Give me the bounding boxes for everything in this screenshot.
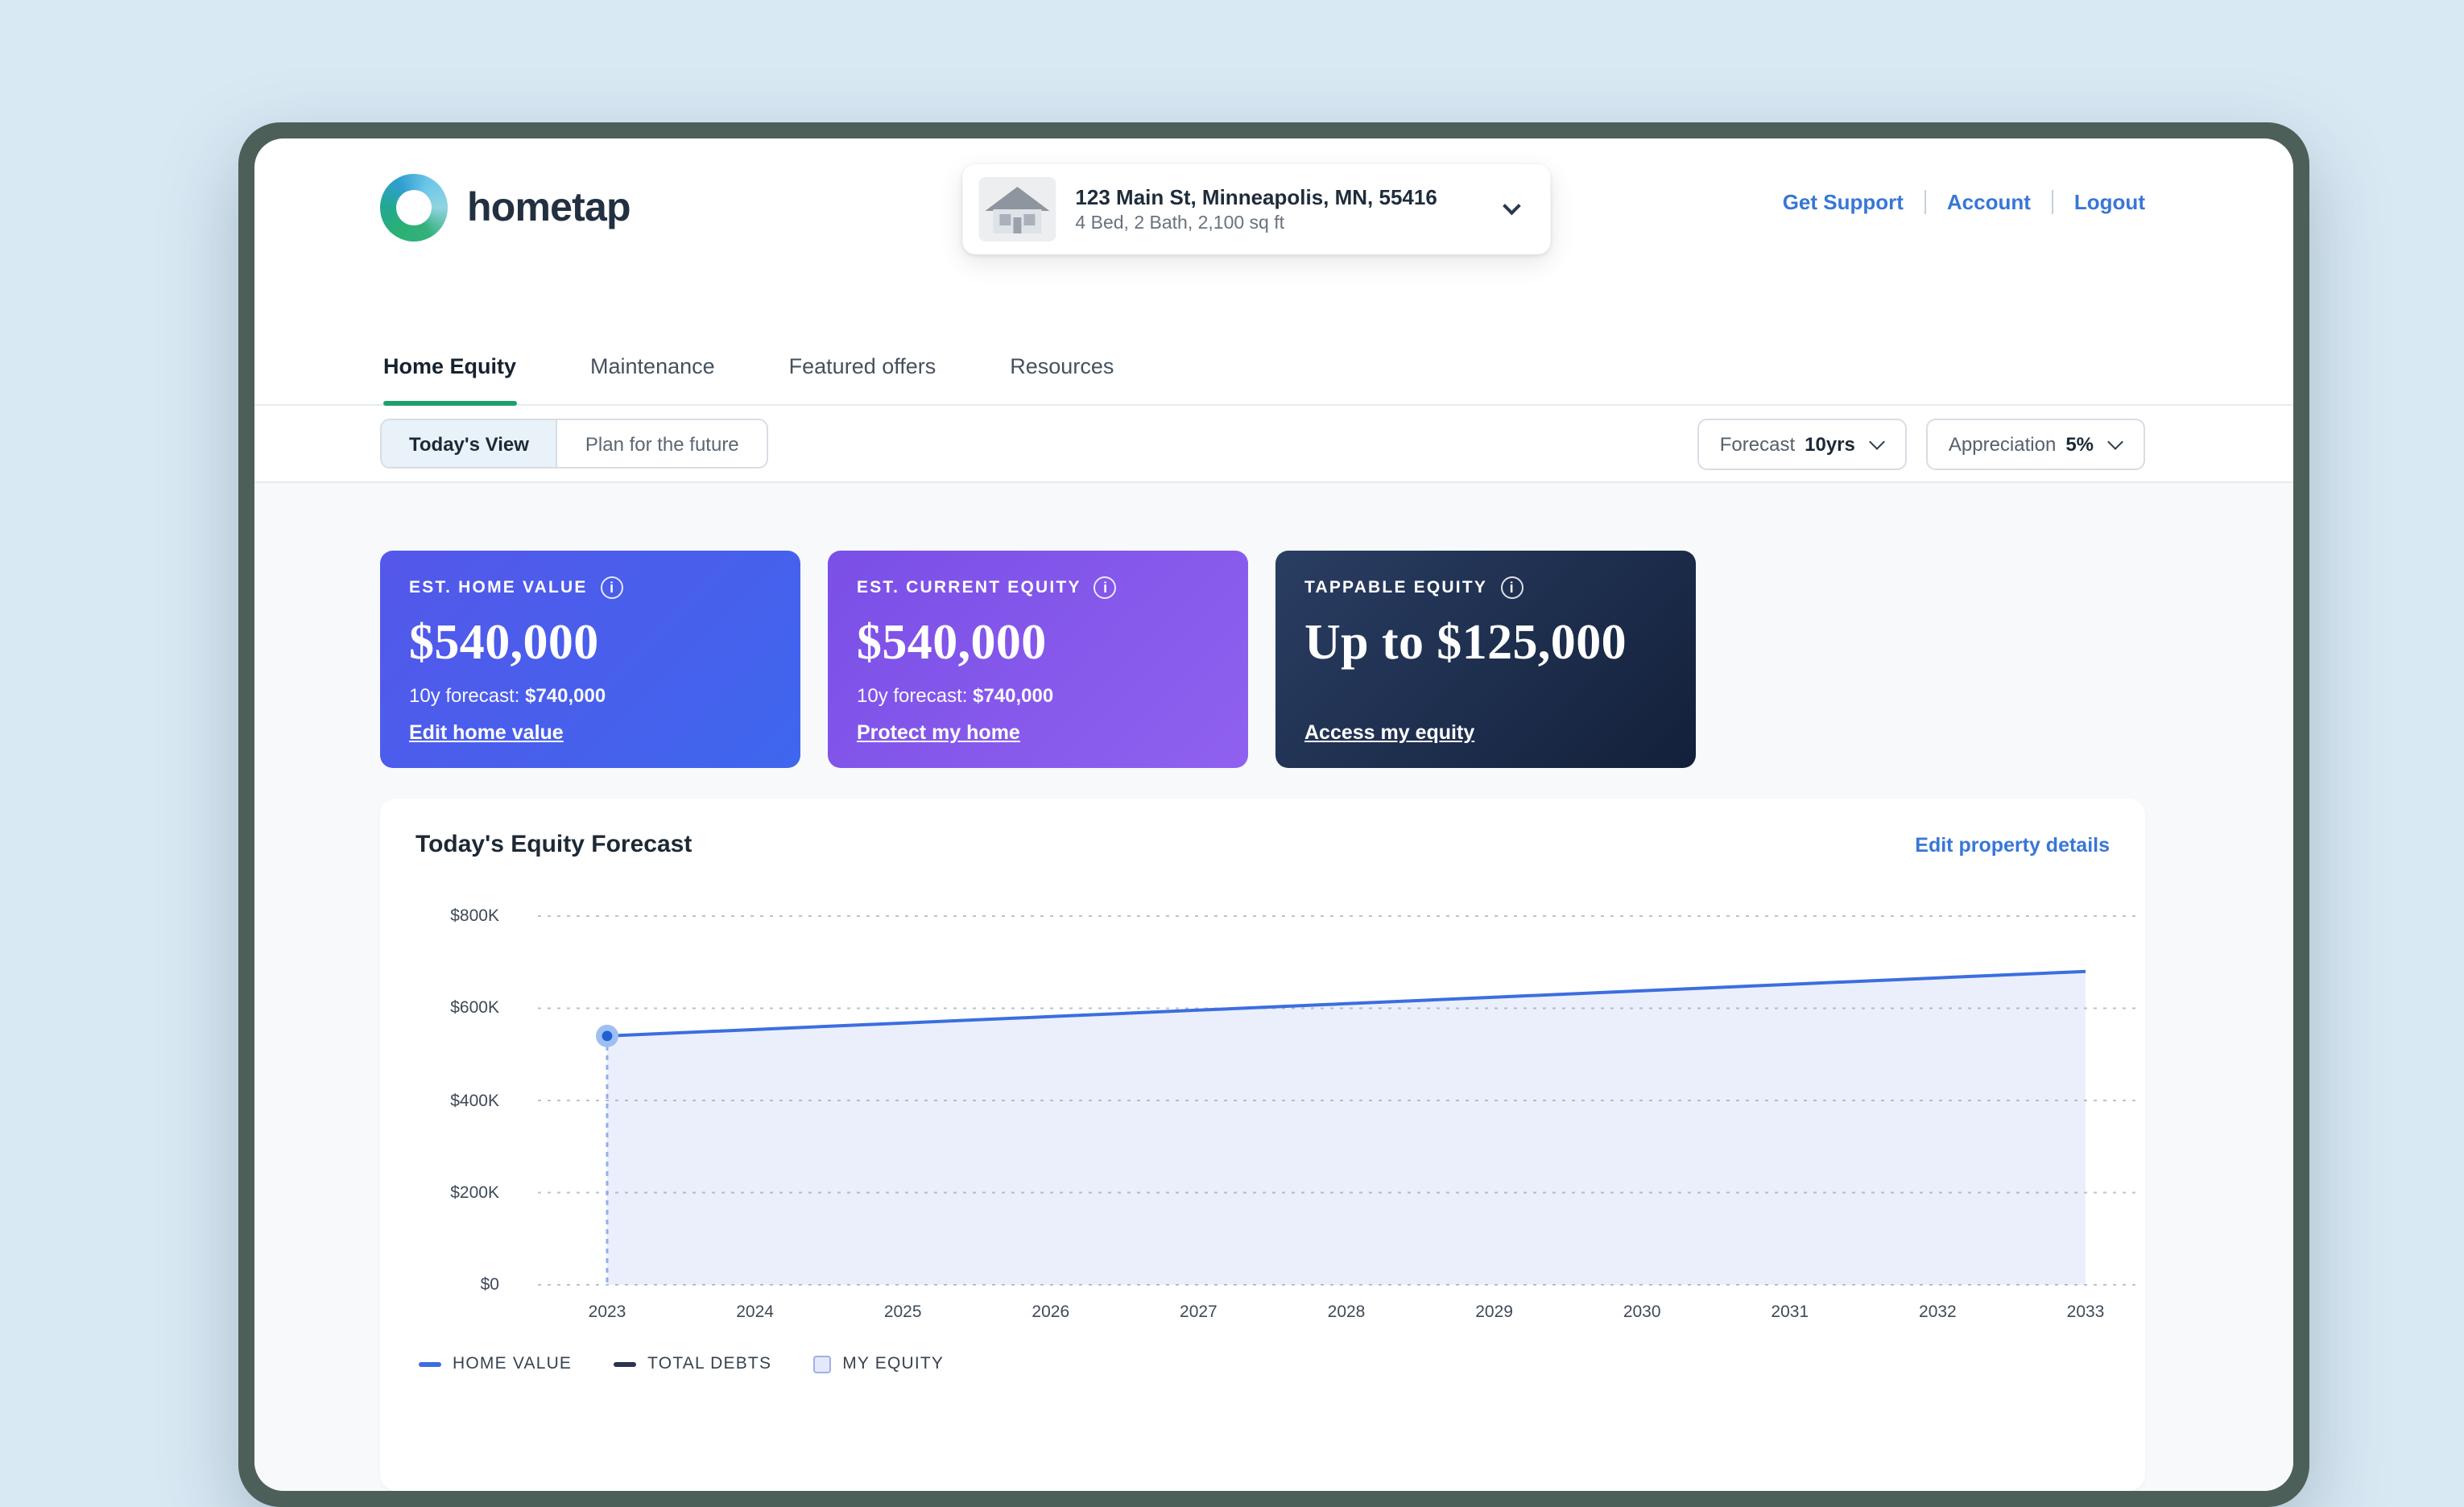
est-current-equity-card: EST. CURRENT EQUITY $540,000 10y forecas… (828, 551, 1248, 768)
legend-label: HOME VALUE (453, 1354, 572, 1373)
app-window: hometap 123 Main St, (254, 138, 2293, 1491)
total-debts-line-marker (614, 1361, 636, 1366)
info-icon[interactable] (601, 576, 623, 599)
header: hometap 123 Main St, (254, 138, 2293, 332)
tab-home-equity[interactable]: Home Equity (383, 332, 516, 404)
protect-my-home-link[interactable]: Protect my home (857, 721, 1020, 744)
chart-legend: HOME VALUE TOTAL DEBTS MY EQUITY (415, 1354, 2110, 1373)
info-icon[interactable] (1094, 576, 1117, 599)
my-equity-area-marker (813, 1355, 831, 1373)
tab-featured-offers[interactable]: Featured offers (789, 332, 936, 404)
legend-total-debts: TOTAL DEBTS (614, 1354, 771, 1373)
home-value-line-marker (419, 1361, 441, 1366)
property-address: 123 Main St, Minneapolis, MN, 55416 (1075, 185, 1437, 209)
chart-header: Today's Equity Forecast Edit property de… (415, 831, 2110, 858)
legend-label: TOTAL DEBTS (647, 1354, 771, 1373)
property-details: 4 Bed, 2 Bath, 2,100 sq ft (1075, 214, 1437, 233)
view-toggle: Today's View Plan for the future (380, 419, 768, 469)
hometap-logo[interactable]: hometap (380, 174, 630, 242)
card-label: EST. HOME VALUE (409, 576, 771, 599)
content-area: EST. HOME VALUE $540,000 10y forecast: $… (254, 483, 2293, 1491)
browser-frame: hometap 123 Main St, (238, 122, 2309, 1507)
forecast-value: $740,000 (525, 684, 606, 707)
appreciation-dropdown-label: Appreciation (1949, 432, 2056, 455)
header-links: Get Support Account Logout (1783, 190, 2145, 214)
legend-my-equity: MY EQUITY (813, 1354, 944, 1373)
chevron-down-icon (2107, 433, 2123, 449)
edit-home-value-link[interactable]: Edit home value (409, 721, 564, 744)
logout-link[interactable]: Logout (2074, 190, 2145, 214)
chevron-down-icon (1869, 433, 1885, 449)
chart-title: Today's Equity Forecast (415, 831, 692, 858)
divider (1924, 190, 1926, 214)
page: hometap 123 Main St, (0, 0, 2464, 1369)
equity-forecast-chart[interactable]: $0$200K$400K$600K$800K 20232024202520262… (415, 887, 2110, 1332)
legend-label: MY EQUITY (842, 1354, 944, 1373)
divider (2052, 190, 2053, 214)
hometap-logo-icon (380, 174, 448, 242)
forecast-value: $740,000 (973, 684, 1053, 707)
forecast-dropdown-value: 10yrs (1805, 432, 1855, 455)
appreciation-dropdown-value: 5% (2065, 432, 2094, 455)
appreciation-dropdown[interactable]: Appreciation 5% (1926, 418, 2145, 469)
toolbar: Today's View Plan for the future Forecas… (254, 406, 2293, 483)
tappable-equity-card: TAPPABLE EQUITY Up to $125,000 Access my… (1275, 551, 1696, 768)
legend-home-value: HOME VALUE (419, 1354, 572, 1373)
main-nav: Home Equity Maintenance Featured offers … (254, 332, 2293, 406)
tab-maintenance[interactable]: Maintenance (590, 332, 715, 404)
tappable-equity-amount: Up to $125,000 (1304, 613, 1667, 671)
chart-canvas (538, 887, 2142, 1293)
forecast-line: 10y forecast: $740,000 (409, 684, 771, 707)
forecast-label: 10y forecast: (857, 684, 967, 707)
account-link[interactable]: Account (1947, 190, 2031, 214)
forecast-dropdown[interactable]: Forecast 10yrs (1697, 418, 1907, 469)
card-label-text: EST. HOME VALUE (409, 578, 588, 597)
tab-resources[interactable]: Resources (1010, 332, 1114, 404)
chevron-down-icon (1502, 197, 1520, 216)
property-info: 123 Main St, Minneapolis, MN, 55416 4 Be… (1075, 185, 1437, 233)
edit-property-details-link[interactable]: Edit property details (1915, 833, 2110, 856)
forecast-line: 10y forecast: $740,000 (857, 684, 1219, 707)
todays-view-segment[interactable]: Today's View (382, 420, 556, 467)
card-label: EST. CURRENT EQUITY (857, 576, 1219, 599)
get-support-link[interactable]: Get Support (1783, 190, 1904, 214)
current-equity-amount: $540,000 (857, 613, 1219, 671)
house-photo (978, 177, 1056, 242)
home-value-amount: $540,000 (409, 613, 771, 671)
property-selector[interactable]: 123 Main St, Minneapolis, MN, 55416 4 Be… (962, 164, 1549, 254)
plan-future-segment[interactable]: Plan for the future (556, 420, 767, 467)
hometap-wordmark: hometap (467, 184, 630, 231)
equity-forecast-card: Today's Equity Forecast Edit property de… (380, 799, 2145, 1491)
card-label-text: TAPPABLE EQUITY (1304, 578, 1487, 597)
summary-cards: EST. HOME VALUE $540,000 10y forecast: $… (380, 551, 2145, 768)
card-label: TAPPABLE EQUITY (1304, 576, 1667, 599)
y-axis-labels: $0$200K$400K$600K$800K (415, 887, 515, 1332)
forecast-label: 10y forecast: (409, 684, 519, 707)
access-my-equity-link[interactable]: Access my equity (1304, 721, 1474, 744)
info-icon[interactable] (1500, 576, 1523, 599)
est-home-value-card: EST. HOME VALUE $540,000 10y forecast: $… (380, 551, 800, 768)
card-label-text: EST. CURRENT EQUITY (857, 578, 1081, 597)
forecast-dropdown-label: Forecast (1720, 432, 1795, 455)
